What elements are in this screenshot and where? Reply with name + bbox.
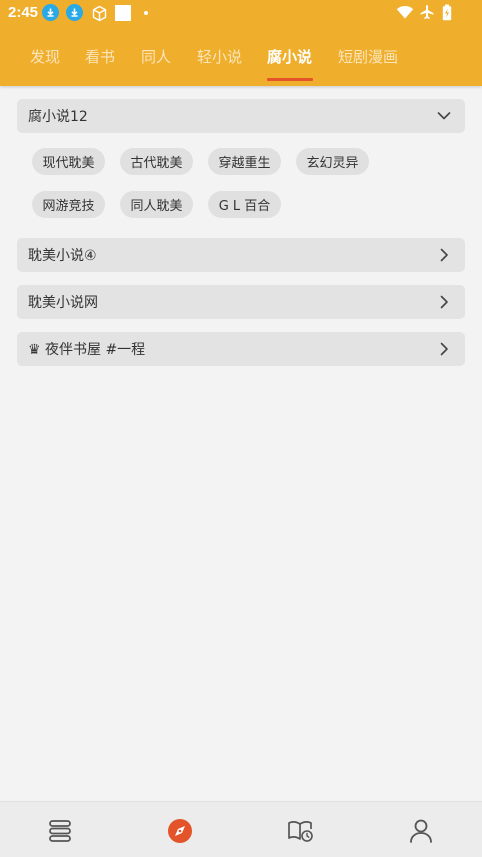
source-group-header[interactable]: 腐小说12: [17, 99, 465, 133]
download-icon: [42, 4, 59, 21]
bookshelf-icon[interactable]: [45, 816, 75, 846]
reading-history-icon[interactable]: [286, 816, 316, 846]
category-tag[interactable]: 玄幻灵异: [296, 148, 369, 175]
category-tag[interactable]: G L 百合: [208, 191, 281, 218]
chevron-down-icon: [437, 109, 451, 123]
chevron-right-icon: [437, 295, 451, 309]
category-tag[interactable]: 现代耽美: [32, 148, 105, 175]
download-icon: [66, 4, 83, 21]
source-group-title: 耽美小说网: [28, 295, 98, 311]
square-icon: [115, 5, 131, 21]
battery-icon: [442, 4, 452, 25]
status-bar: 2:45: [0, 0, 482, 26]
chevron-right-icon: [437, 342, 451, 356]
tab-drama-comics[interactable]: 短剧漫画: [338, 46, 398, 67]
category-tag[interactable]: 同人耽美: [120, 191, 193, 218]
tab-discover[interactable]: 发现: [30, 46, 60, 67]
tab-bl-novel[interactable]: 腐小说: [267, 46, 312, 67]
dot-icon: [144, 11, 148, 15]
airplane-icon: [419, 4, 435, 24]
bottom-nav: [0, 801, 482, 857]
source-group-header[interactable]: ♛ 夜伴书屋 #一程: [17, 332, 465, 366]
source-group-title: 腐小说12: [28, 109, 88, 125]
tab-fanfic[interactable]: 同人: [141, 46, 171, 67]
tab-light-novel[interactable]: 轻小说: [197, 46, 242, 67]
tab-read[interactable]: 看书: [85, 46, 115, 67]
source-group-header[interactable]: 耽美小说网: [17, 285, 465, 319]
chevron-right-icon: [437, 248, 451, 262]
source-group-title: ♛ 夜伴书屋 #一程: [28, 342, 146, 358]
app-header: 2:45 发现 看书 同人 轻小说 腐小说 短剧漫画: [0, 0, 482, 86]
source-group-title: 耽美小说④: [28, 248, 97, 264]
category-tabs: 发现 看书 同人 轻小说 腐小说 短剧漫画: [0, 36, 482, 86]
wifi-icon: [396, 4, 414, 24]
cube-icon: [90, 4, 108, 22]
tab-active-indicator: [267, 78, 313, 81]
category-tag[interactable]: 古代耽美: [120, 148, 193, 175]
status-time: 2:45: [8, 4, 39, 21]
profile-icon[interactable]: [406, 816, 436, 846]
source-group-header[interactable]: 耽美小说④: [17, 238, 465, 272]
category-tag[interactable]: 穿越重生: [208, 148, 281, 175]
compass-icon[interactable]: [165, 816, 195, 846]
category-tag[interactable]: 网游竞技: [32, 191, 105, 218]
